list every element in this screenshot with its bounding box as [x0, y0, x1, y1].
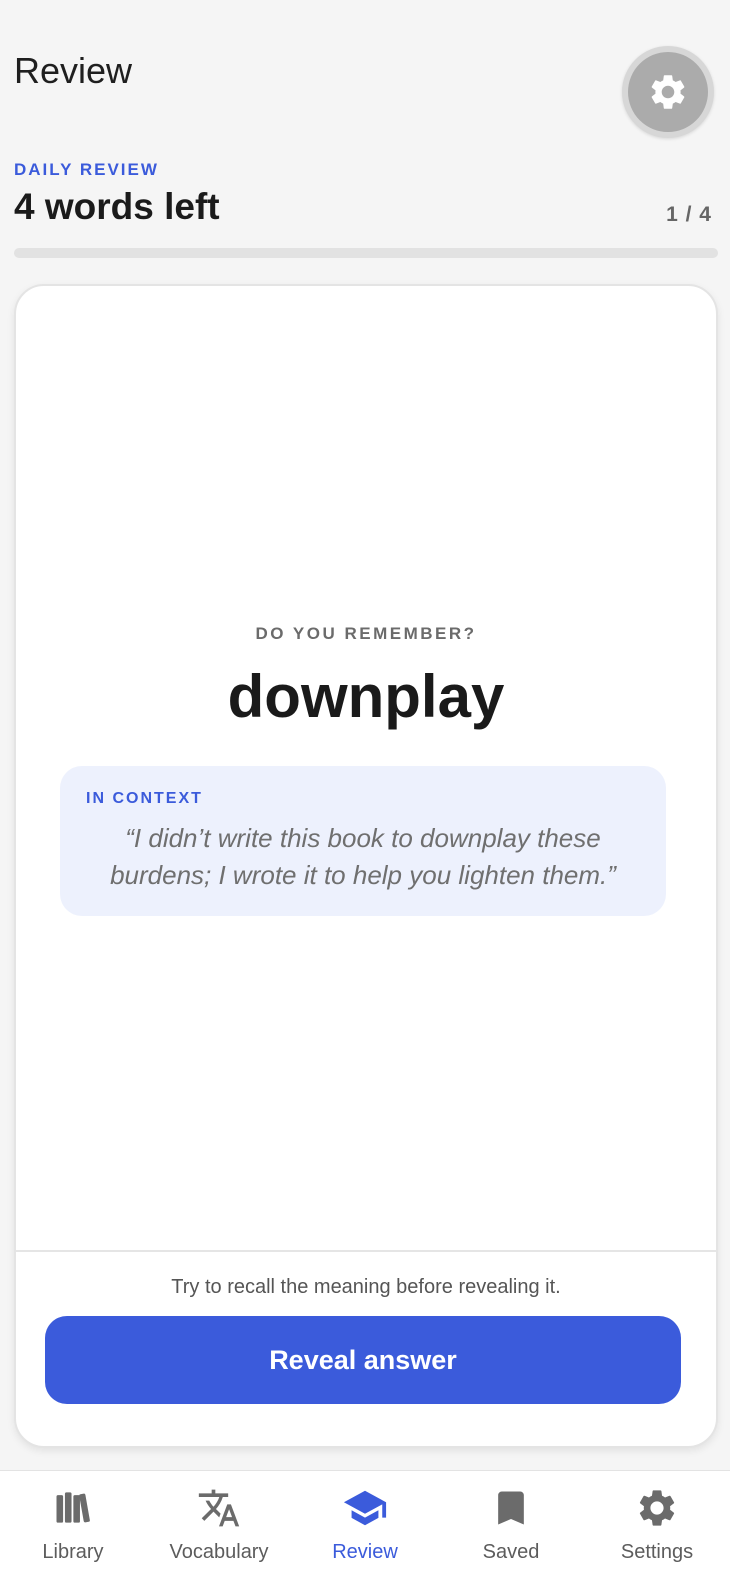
flashcard: DO YOU REMEMBER? downplay IN CONTEXT “I …	[14, 284, 718, 1448]
nav-label-settings: Settings	[620, 1541, 694, 1563]
bookmark-icon	[488, 1485, 534, 1531]
settings-fab-inner	[628, 52, 708, 132]
nav-label-review: Review	[332, 1541, 398, 1563]
nav-item-saved[interactable]: Saved	[438, 1471, 584, 1585]
nav-item-vocabulary[interactable]: Vocabulary	[146, 1471, 292, 1585]
review-counter: 1 / 4	[666, 203, 712, 226]
prompt-label: DO YOU REMEMBER?	[255, 624, 477, 643]
review-progress-bar	[14, 248, 718, 258]
translate-icon	[196, 1485, 242, 1531]
nav-label-vocabulary: Vocabulary	[169, 1541, 269, 1563]
context-box: IN CONTEXT “I didn’t write this book to …	[60, 766, 666, 916]
reveal-answer-button[interactable]: Reveal answer	[45, 1316, 681, 1404]
context-quote: “I didn’t write this book to downplay th…	[110, 823, 616, 890]
library-icon	[50, 1485, 96, 1531]
daily-review-label: DAILY REVIEW	[14, 160, 159, 179]
card-divider	[16, 1250, 716, 1252]
review-word: downplay	[227, 663, 505, 730]
nav-item-library[interactable]: Library	[0, 1471, 146, 1585]
nav-item-review[interactable]: Review	[292, 1471, 438, 1585]
gear-icon	[634, 1485, 680, 1531]
bottom-nav: Library Vocabulary Review Saved Settings	[0, 1470, 730, 1585]
nav-item-settings[interactable]: Settings	[584, 1471, 730, 1585]
page-title: Review	[14, 50, 133, 91]
words-left-heading: 4 words left	[14, 186, 220, 227]
settings-fab-button[interactable]	[622, 46, 714, 138]
context-label: IN CONTEXT	[86, 790, 203, 807]
graduation-cap-icon	[342, 1485, 388, 1531]
gear-icon	[651, 75, 685, 109]
nav-label-library: Library	[42, 1541, 104, 1563]
recall-hint: Try to recall the meaning before reveali…	[171, 1276, 561, 1298]
nav-label-saved: Saved	[482, 1541, 540, 1563]
review-screen: Review DAILY REVIEW 4 words left 1 / 4 D…	[0, 0, 730, 1585]
